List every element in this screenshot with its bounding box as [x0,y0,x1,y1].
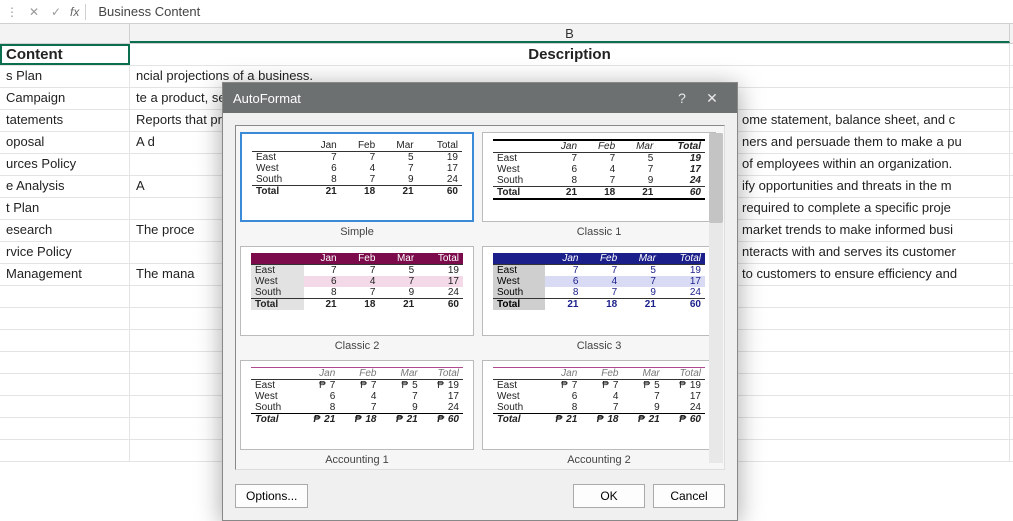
formula-input[interactable]: Business Content [92,2,1009,21]
cell-content[interactable]: s Plan [0,66,130,87]
cell-empty[interactable] [0,352,130,373]
preview-card[interactable]: JanFebMarTotalEast₱ 7₱ 7₱ 5₱ 19West 6 4 … [240,360,474,450]
preview-label: Accounting 1 [240,454,474,466]
close-icon[interactable]: ✕ [697,90,727,107]
cancel-button[interactable]: Cancel [653,484,725,508]
cell-content[interactable]: urces Policy [0,154,130,175]
preview-classic2: JanFebMarTotalEast77519West64717South879… [240,246,474,352]
dialog-title: AutoFormat [233,91,667,106]
preview-card[interactable]: JanFebMarTotalEast77519West64717South879… [482,246,716,336]
cell-content[interactable]: esearch [0,220,130,241]
preview-scrollbar[interactable] [709,133,723,463]
cell-content[interactable]: rvice Policy [0,242,130,263]
cell-b1[interactable]: Description [130,44,1010,65]
preview-card[interactable]: JanFebMarTotalEast77519West64717South879… [240,132,474,222]
cell-a1[interactable]: Content [0,44,130,65]
preview-label: Classic 2 [240,340,474,352]
column-header-b[interactable]: B [130,24,1010,43]
preview-accounting: JanFebMarTotalEast₱ 7₱ 7₱ 5₱ 19West 6 4 … [482,360,716,466]
options-button[interactable]: Options... [235,484,308,508]
divider [85,4,86,20]
cell-empty[interactable] [0,396,130,417]
cell-content[interactable]: t Plan [0,198,130,219]
cell-content[interactable]: oposal [0,132,130,153]
preview-card[interactable]: JanFebMarTotalEast₱ 7₱ 7₱ 5₱ 19West 6 4 … [482,360,716,450]
preview-label: Simple [240,226,474,238]
cell-content[interactable]: Management [0,264,130,285]
formula-bar: ⋮ ✕ ✓ fx Business Content [0,0,1013,24]
cell-empty[interactable] [0,374,130,395]
cell-content[interactable]: tatements [0,110,130,131]
dialog-titlebar[interactable]: AutoFormat ? ✕ [223,83,737,113]
autoformat-dialog: AutoFormat ? ✕ JanFebMarTotalEast77519We… [222,82,738,521]
preview-label: Accounting 2 [482,454,716,466]
cell-empty[interactable] [0,286,130,307]
cell-empty[interactable] [0,418,130,439]
preview-area[interactable]: JanFebMarTotalEast77519West64717South879… [235,125,725,470]
preview-accounting: JanFebMarTotalEast₱ 7₱ 7₱ 5₱ 19West 6 4 … [240,360,474,466]
preview-label: Classic 1 [482,226,716,238]
dialog-body: JanFebMarTotalEast77519West64717South879… [223,113,737,476]
ok-button[interactable]: OK [573,484,645,508]
cell-empty[interactable] [0,440,130,461]
scrollbar-thumb[interactable] [709,133,723,223]
column-header-a[interactable] [0,24,130,43]
cancel-icon[interactable]: ✕ [26,5,42,19]
cell-content[interactable]: Campaign [0,88,130,109]
cell-empty[interactable] [0,308,130,329]
preview-card[interactable]: JanFebMarTotalEast77519West64717South879… [240,246,474,336]
preview-classic3: JanFebMarTotalEast77519West64717South879… [482,246,716,352]
cell-empty[interactable] [0,330,130,351]
help-icon[interactable]: ? [667,90,697,106]
dialog-footer: Options... OK Cancel [223,476,737,520]
cell-content[interactable]: e Analysis [0,176,130,197]
preview-classic1: JanFebMarTotalEast77519West64717South879… [482,132,716,238]
more-icon[interactable]: ⋮ [4,5,20,19]
preview-label: Classic 3 [482,340,716,352]
fx-label[interactable]: fx [70,5,79,19]
preview-simple: JanFebMarTotalEast77519West64717South879… [240,132,474,238]
preview-card[interactable]: JanFebMarTotalEast77519West64717South879… [482,132,716,222]
accept-icon[interactable]: ✓ [48,5,64,19]
column-header-row: B [0,24,1013,44]
header-data-row: Content Description [0,44,1013,66]
